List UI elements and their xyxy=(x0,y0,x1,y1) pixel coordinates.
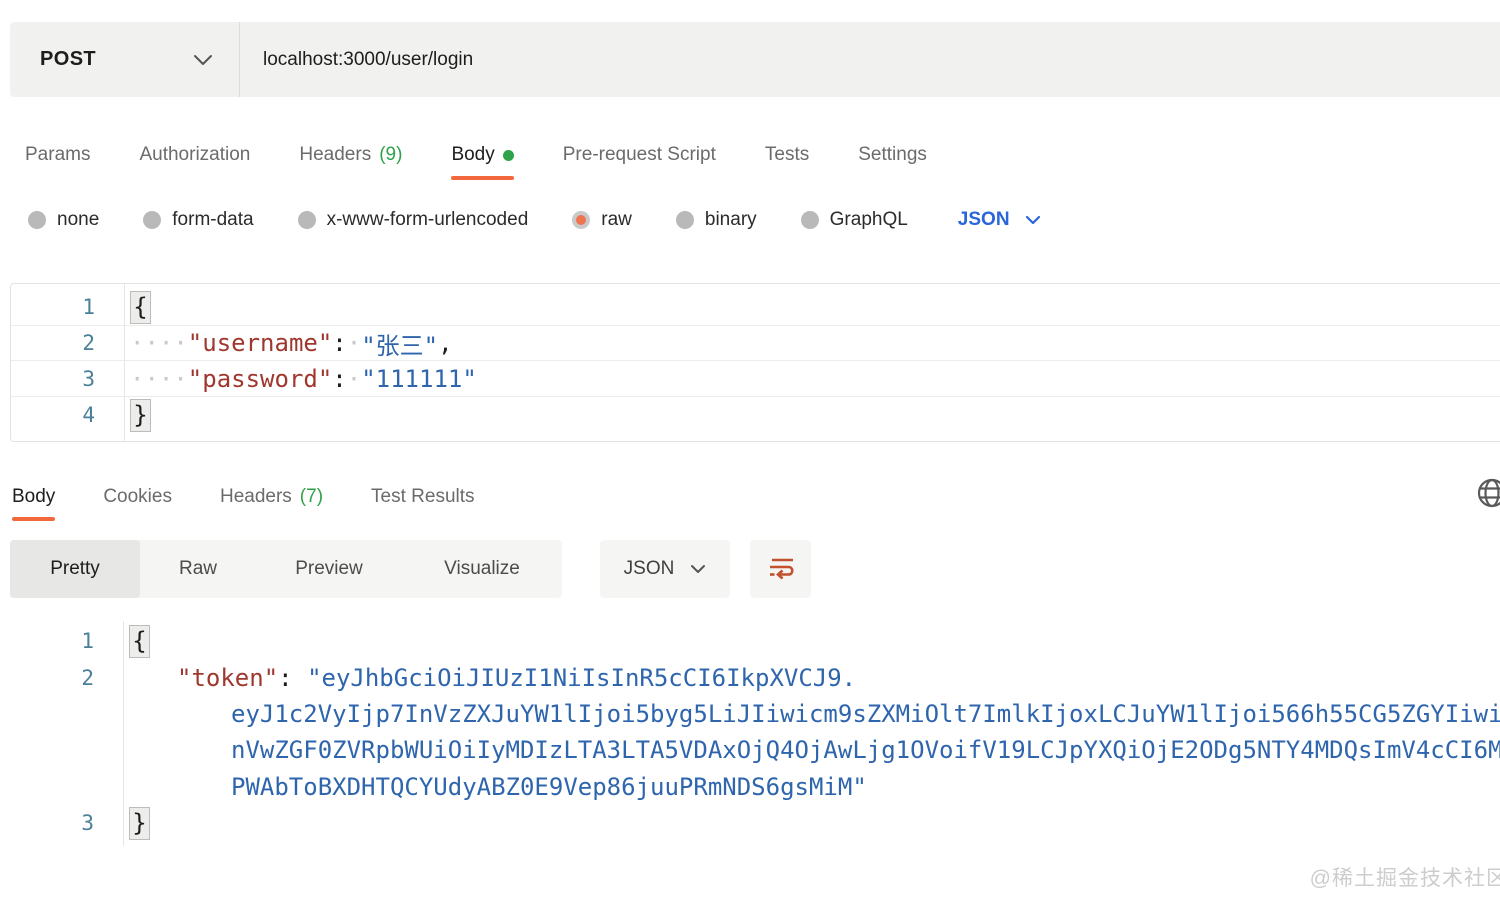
chevron-down-icon xyxy=(193,54,213,66)
tab-response-body[interactable]: Body xyxy=(12,473,55,521)
tab-tests[interactable]: Tests xyxy=(765,130,809,180)
chevron-down-icon xyxy=(1025,209,1041,231)
radio-none[interactable]: none xyxy=(28,209,99,231)
code-line-wrapped: nVwZGF0ZVRpbWUiOiIyMDIzLTA3LTA5VDAxOjQ4O… xyxy=(10,732,1500,768)
radio-icon xyxy=(28,211,46,229)
view-raw-button[interactable]: Raw xyxy=(140,540,256,598)
request-url-bar: POST localhost:3000/user/login xyxy=(10,22,1500,97)
view-preview-button[interactable]: Preview xyxy=(256,540,402,598)
tab-body[interactable]: Body xyxy=(451,130,513,180)
tab-headers[interactable]: Headers (9) xyxy=(299,130,402,180)
code-line: 4 } xyxy=(11,397,1500,433)
tab-response-headers[interactable]: Headers (7) xyxy=(220,473,323,521)
code-line: 2 "token": "eyJhbGciOiJIUzI1NiIsInR5cCI6… xyxy=(10,659,1500,695)
radio-x-www-form-urlencoded[interactable]: x-www-form-urlencoded xyxy=(298,209,529,231)
radio-form-data[interactable]: form-data xyxy=(143,209,253,231)
code-line: 3 ····"password":·"111111" xyxy=(11,361,1500,397)
view-visualize-button[interactable]: Visualize xyxy=(402,540,562,598)
code-line: 2 ····"username":·"张三", xyxy=(11,325,1500,361)
request-tabs: Params Authorization Headers (9) Body Pr… xyxy=(25,130,1500,180)
headers-count-badge: (9) xyxy=(379,144,402,166)
radio-icon xyxy=(143,211,161,229)
response-format-dropdown[interactable]: JSON xyxy=(600,540,730,598)
tab-params[interactable]: Params xyxy=(25,130,90,180)
close-brace[interactable]: } xyxy=(130,399,151,432)
radio-icon xyxy=(676,211,694,229)
open-brace[interactable]: { xyxy=(130,291,151,324)
code-line: 1 { xyxy=(11,289,1500,325)
tab-cookies[interactable]: Cookies xyxy=(103,473,172,521)
body-modified-dot xyxy=(503,150,514,161)
body-type-row: none form-data x-www-form-urlencoded raw… xyxy=(28,199,1041,241)
radio-raw[interactable]: raw xyxy=(572,209,632,231)
tab-pre-request-script[interactable]: Pre-request Script xyxy=(563,130,716,180)
open-brace[interactable]: { xyxy=(129,625,150,658)
gutter-divider xyxy=(123,621,124,846)
code-line: 1 { xyxy=(10,623,1500,659)
response-headers-count-badge: (7) xyxy=(300,486,323,508)
token-text: nVwZGF0ZVRpbWUiOiIyMDIzLTA3LTA5VDAxOjQ4O… xyxy=(231,736,1500,764)
radio-binary[interactable]: binary xyxy=(676,209,757,231)
code-line: 3 } xyxy=(10,805,1500,841)
view-pretty-button[interactable]: Pretty xyxy=(10,540,140,598)
response-tabs: Body Cookies Headers (7) Test Results xyxy=(12,473,1440,521)
code-line-wrapped: PWAbToBXDHTQCYUdyABZ0E9Vep86juuPRmNDS6gs… xyxy=(10,769,1500,805)
raw-language-dropdown[interactable]: JSON xyxy=(958,209,1041,231)
radio-graphql[interactable]: GraphQL xyxy=(801,209,908,231)
view-mode-segmented-control: Pretty Raw Preview Visualize xyxy=(10,540,562,598)
request-body-editor[interactable]: 1 { 2 ····"username":·"张三", 3 ····"passw… xyxy=(10,283,1500,442)
radio-icon xyxy=(801,211,819,229)
watermark: @稀土掘金技术社区 xyxy=(1310,862,1500,892)
response-body-viewer[interactable]: 1 { 2 "token": "eyJhbGciOiJIUzI1NiIsInR5… xyxy=(10,621,1500,846)
close-brace[interactable]: } xyxy=(129,807,150,840)
tab-test-results[interactable]: Test Results xyxy=(371,473,474,521)
wrap-text-button[interactable] xyxy=(750,540,811,598)
radio-icon xyxy=(298,211,316,229)
gutter-divider xyxy=(124,284,125,441)
tab-settings[interactable]: Settings xyxy=(858,130,927,180)
tab-authorization[interactable]: Authorization xyxy=(139,130,250,180)
method-label: POST xyxy=(40,48,96,71)
radio-selected-icon xyxy=(572,211,590,229)
code-line-wrapped: eyJ1c2VyIjp7InVzZXJuYW1lIjoi5byg5LiJIiwi… xyxy=(10,696,1500,732)
api-client-window: POST localhost:3000/user/login Params Au… xyxy=(0,0,1500,910)
wrap-text-icon xyxy=(764,550,798,589)
url-text: localhost:3000/user/login xyxy=(263,49,473,71)
method-dropdown[interactable]: POST xyxy=(10,22,240,97)
token-text: PWAbToBXDHTQCYUdyABZ0E9Vep86juuPRmNDS6gs… xyxy=(231,773,867,801)
token-text: eyJ1c2VyIjp7InVzZXJuYW1lIjoi5byg5LiJIiwi… xyxy=(231,700,1500,728)
globe-icon[interactable] xyxy=(1475,476,1500,510)
url-input[interactable]: localhost:3000/user/login xyxy=(240,22,1500,97)
response-view-toolbar: Pretty Raw Preview Visualize JSON xyxy=(10,540,811,598)
chevron-down-icon xyxy=(690,558,706,580)
